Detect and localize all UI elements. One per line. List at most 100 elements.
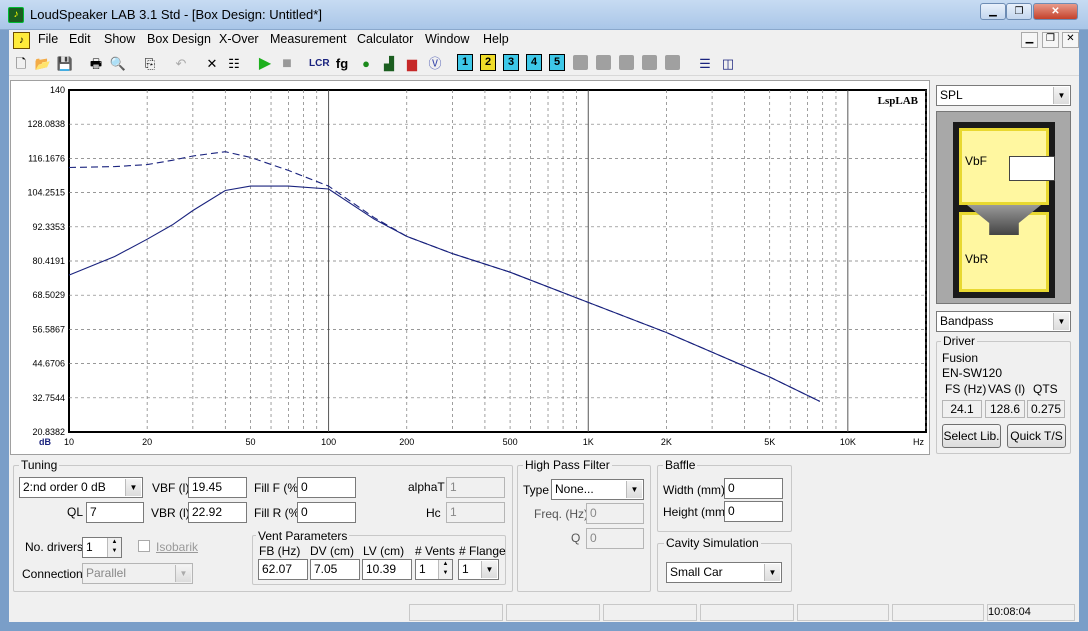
vents-value: 1 [419, 562, 426, 576]
spin-arrows-icon[interactable]: ▲ ▼ [438, 560, 452, 579]
chevron-down-icon: ▼ [1053, 313, 1069, 330]
print-preview-icon[interactable]: 🔍 [108, 54, 128, 73]
maximize-button[interactable]: ❐ [1006, 3, 1032, 20]
disabled-tool-icon[interactable] [619, 55, 634, 70]
split-vertical-icon[interactable]: ◫ [718, 54, 738, 73]
fb-label: FB (Hz) [259, 544, 301, 558]
hpf-freq-input[interactable]: 0 [586, 503, 644, 524]
lv-label: LV (cm) [363, 544, 405, 558]
new-file-icon[interactable]: 🗋 [11, 54, 31, 73]
menu-measurement[interactable]: Measurement [270, 32, 346, 46]
mdi-restore-button[interactable]: ❐ [1042, 32, 1059, 48]
fg-icon[interactable]: fg [332, 54, 352, 73]
menu-edit[interactable]: Edit [69, 32, 91, 46]
mdi-close-button[interactable]: ✕ [1062, 32, 1079, 48]
disabled-tool-icon[interactable] [642, 55, 657, 70]
wave-icon[interactable]: ▆ [402, 54, 422, 73]
response-chart-panel: 140 128.0838 116.1676 104.2515 92.3353 80.419… [10, 80, 930, 455]
stop-icon[interactable]: ■ [277, 54, 297, 73]
vbr-input[interactable]: 22.92 [188, 502, 247, 523]
hc-input[interactable]: 1 [446, 502, 505, 523]
cavity-select[interactable]: Small Car ▼ [666, 562, 782, 583]
fill-f-label: Fill F (%) [254, 481, 302, 495]
disabled-tool-icon[interactable] [573, 55, 588, 70]
flange-select[interactable]: 1 ▼ [458, 559, 499, 580]
sliders-icon[interactable]: ☷ [224, 54, 244, 73]
menu-window[interactable]: Window [425, 32, 469, 46]
mdi-minimize-button[interactable]: ▁ [1021, 32, 1038, 48]
drivers-stepper[interactable]: 1 ▲ ▼ [82, 537, 122, 558]
baffle-height-input[interactable]: 0 [724, 501, 783, 522]
view-1-button[interactable]: 1 [457, 54, 473, 71]
lv-input[interactable]: 10.39 [362, 559, 412, 580]
close-button[interactable]: ✕ [1033, 3, 1078, 20]
copy-icon[interactable]: ⎘ [140, 54, 160, 73]
view-5-button[interactable]: 5 [549, 54, 565, 71]
dv-input[interactable]: 7.05 [310, 559, 360, 580]
box-type-value: Bandpass [940, 314, 994, 328]
graph-type-select[interactable]: SPL ▼ [936, 85, 1071, 106]
tools-icon[interactable]: ✕ [202, 54, 222, 73]
y-axis-label: dB [39, 437, 51, 447]
x-tick-label: 200 [399, 437, 414, 447]
isobarik-checkbox[interactable] [138, 540, 150, 552]
vents-stepper[interactable]: 1 ▲ ▼ [415, 559, 453, 580]
graph-icon[interactable]: ▟ [379, 54, 399, 73]
drivers-value: 1 [86, 540, 93, 554]
disabled-tool-icon[interactable] [596, 55, 611, 70]
hpf-type-select[interactable]: None... ▼ [551, 479, 644, 500]
fb-input[interactable]: 62.07 [258, 559, 308, 580]
y-tick-label: 116.1676 [28, 153, 65, 163]
baffle-width-label: Width (mm) [663, 483, 725, 497]
baffle-width-input[interactable]: 0 [724, 478, 783, 499]
save-icon[interactable]: 💾 [55, 54, 75, 73]
chevron-down-icon: ▼ [626, 481, 642, 498]
disabled-tool-icon[interactable] [665, 55, 680, 70]
menu-show[interactable]: Show [104, 32, 135, 46]
status-pane [506, 604, 600, 621]
order-select[interactable]: 2:nd order 0 dB ▼ [19, 477, 143, 498]
menu-bar: ♪ File Edit Show Box Design X-Over Measu… [9, 30, 1079, 51]
quick-ts-button[interactable]: Quick T/S [1007, 424, 1066, 448]
menu-file[interactable]: File [38, 32, 58, 46]
chevron-down-icon: ▼ [1053, 87, 1069, 104]
play-icon[interactable]: ▶ [255, 54, 275, 73]
toolbar: 🗋 📂 💾 🖶 🔍 ⎘ ↶ ✕ ☷ ▶ ■ LCR fg ● ▟ ▆ Ⓥ 1 2… [9, 51, 1079, 76]
status-pane [700, 604, 794, 621]
spin-arrows-icon[interactable]: ▲ ▼ [107, 538, 121, 557]
minimize-button[interactable]: ▁ [980, 3, 1006, 20]
select-lib-button[interactable]: Select Lib. [942, 424, 1001, 448]
y-tick-label: 68.5029 [32, 290, 65, 300]
open-folder-icon[interactable]: 📂 [33, 54, 53, 73]
hpf-group-title: High Pass Filter [523, 458, 612, 472]
lcr-icon[interactable]: LCR [309, 54, 330, 73]
menu-box-design[interactable]: Box Design [147, 32, 211, 46]
hpf-freq-label: Freq. (Hz) [534, 507, 588, 521]
menu-help[interactable]: Help [483, 32, 509, 46]
ql-input[interactable]: 7 [86, 502, 144, 523]
app-icon: ♪ [8, 7, 24, 23]
status-pane [409, 604, 503, 621]
qts-value: 0.275 [1027, 400, 1065, 418]
hpf-q-input[interactable]: 0 [586, 528, 644, 549]
view-2-button[interactable]: 2 [480, 54, 496, 71]
x-tick-label: 20 [142, 437, 152, 447]
x-tick-label: 5K [764, 437, 775, 447]
menu-calculator[interactable]: Calculator [357, 32, 413, 46]
alphat-input[interactable]: 1 [446, 477, 505, 498]
ql-label: QL [67, 505, 84, 519]
print-icon[interactable]: 🖶 [86, 54, 106, 73]
menu-x-over[interactable]: X-Over [219, 32, 259, 46]
view-4-button[interactable]: 4 [526, 54, 542, 71]
vent-icon[interactable]: Ⓥ [425, 54, 445, 73]
view-3-button[interactable]: 3 [503, 54, 519, 71]
undo-icon[interactable]: ↶ [171, 54, 191, 73]
fs-label: FS (Hz) [945, 382, 987, 396]
vbf-input[interactable]: 19.45 [188, 477, 247, 498]
box-type-select[interactable]: Bandpass ▼ [936, 311, 1071, 332]
fill-r-input[interactable]: 0 [297, 502, 356, 523]
connection-select[interactable]: Parallel ▼ [82, 563, 193, 584]
split-horizontal-icon[interactable]: ☰ [695, 54, 715, 73]
fill-f-input[interactable]: 0 [297, 477, 356, 498]
clock-icon[interactable]: ● [356, 54, 376, 73]
